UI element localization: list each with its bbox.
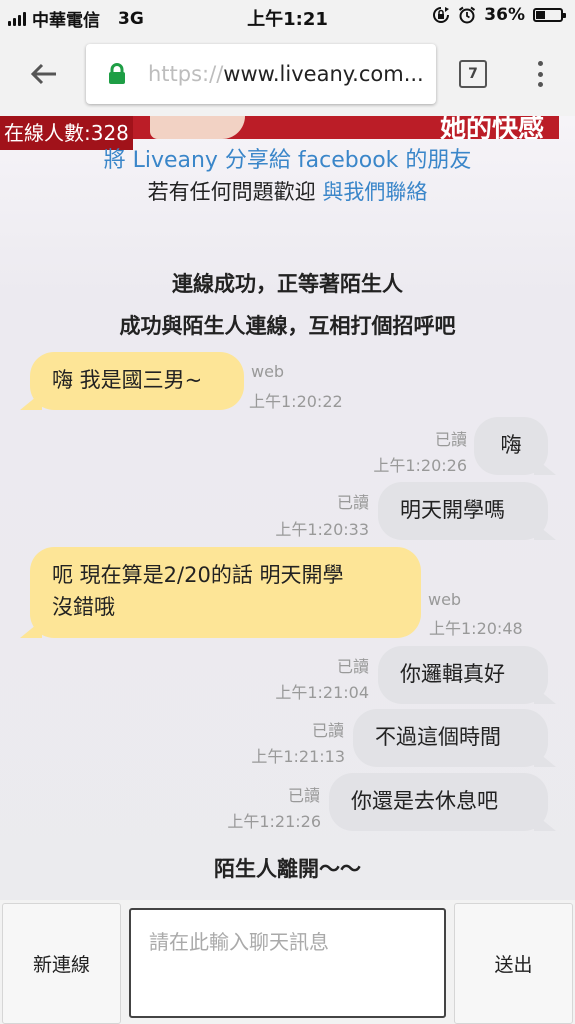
alarm-icon bbox=[459, 6, 476, 24]
send-button[interactable]: 送出 bbox=[454, 903, 573, 1024]
read-receipt: 已讀 bbox=[311, 721, 344, 740]
lock-icon bbox=[109, 63, 125, 84]
read-receipt: 已讀 bbox=[287, 786, 320, 805]
chat-input-bar: 新連線 送出 bbox=[0, 900, 575, 1024]
message-bubble-mine: 你邏輯真好 bbox=[378, 646, 548, 704]
chat-message-input[interactable] bbox=[129, 908, 446, 1018]
message-time: 上午1:21:13 bbox=[251, 747, 345, 766]
new-connection-button[interactable]: 新連線 bbox=[2, 903, 121, 1024]
banner-text: 她的快感 bbox=[440, 116, 545, 139]
contact-prefix: 若有任何問題歡迎 bbox=[147, 180, 316, 204]
battery-icon bbox=[533, 8, 566, 22]
battery-percent: 36% bbox=[484, 5, 525, 25]
battery-level bbox=[536, 11, 545, 19]
system-notice-connected: 連線成功，正等著陌生人 bbox=[172, 272, 403, 296]
contact-us-link[interactable]: 與我們聯絡 bbox=[322, 180, 427, 204]
message-time: 上午1:21:04 bbox=[275, 683, 369, 702]
system-notice-left: 陌生人離開～～ bbox=[214, 857, 361, 881]
menu-dot bbox=[537, 61, 543, 66]
read-receipt: 已讀 bbox=[434, 430, 467, 449]
url-host: www.liveany.com... bbox=[223, 62, 424, 86]
message-bubble-mine: 你還是去休息吧 bbox=[329, 773, 548, 831]
url-scheme: https:// bbox=[148, 62, 224, 86]
overflow-menu-button[interactable] bbox=[532, 58, 548, 90]
browser-toolbar: https://www.liveany.com... 7 bbox=[0, 32, 575, 116]
message-time: 上午1:20:33 bbox=[275, 520, 369, 539]
message-bubble-stranger: 呃 現在算是2/20的話 明天開學 沒錯哦 bbox=[30, 547, 421, 638]
message-source: web bbox=[428, 590, 462, 609]
message-time: 上午1:20:48 bbox=[429, 619, 523, 638]
message-bubble-stranger: 嗨 我是國三男~ bbox=[30, 352, 244, 410]
tab-switcher-button[interactable]: 7 bbox=[459, 60, 487, 88]
message-time: 上午1:21:26 bbox=[227, 812, 321, 831]
facebook-share-link[interactable]: 將 Liveany 分享給 facebook 的朋友 bbox=[0, 142, 575, 174]
back-button[interactable] bbox=[22, 54, 66, 94]
menu-dot bbox=[537, 82, 543, 87]
message-source: web bbox=[251, 362, 285, 381]
message-bubble-mine: 不過這個時間 bbox=[353, 709, 548, 767]
url-text: https://www.liveany.com... bbox=[148, 62, 424, 86]
status-right: 36% bbox=[432, 5, 566, 25]
message-time: 上午1:20:22 bbox=[249, 392, 343, 411]
message-time: 上午1:20:26 bbox=[373, 456, 467, 475]
page-content: 她的快感 在線人數:328 將 Liveany 分享給 facebook 的朋友… bbox=[0, 116, 575, 1024]
contact-line: 若有任何問題歡迎 與我們聯絡 bbox=[0, 176, 575, 206]
read-receipt: 已讀 bbox=[336, 493, 369, 512]
system-notice-greet: 成功與陌生人連線，互相打個招呼吧 bbox=[119, 314, 456, 338]
back-arrow-icon bbox=[30, 63, 56, 85]
menu-dot bbox=[537, 71, 543, 77]
read-receipt: 已讀 bbox=[336, 657, 369, 676]
message-bubble-mine: 明天開學嗎 bbox=[378, 482, 548, 540]
rotation-lock-icon bbox=[433, 7, 450, 23]
banner-image bbox=[150, 116, 245, 139]
address-bar[interactable]: https://www.liveany.com... bbox=[86, 44, 436, 104]
status-bar: 中華電信 3G 上午1:21 36% bbox=[0, 0, 575, 32]
